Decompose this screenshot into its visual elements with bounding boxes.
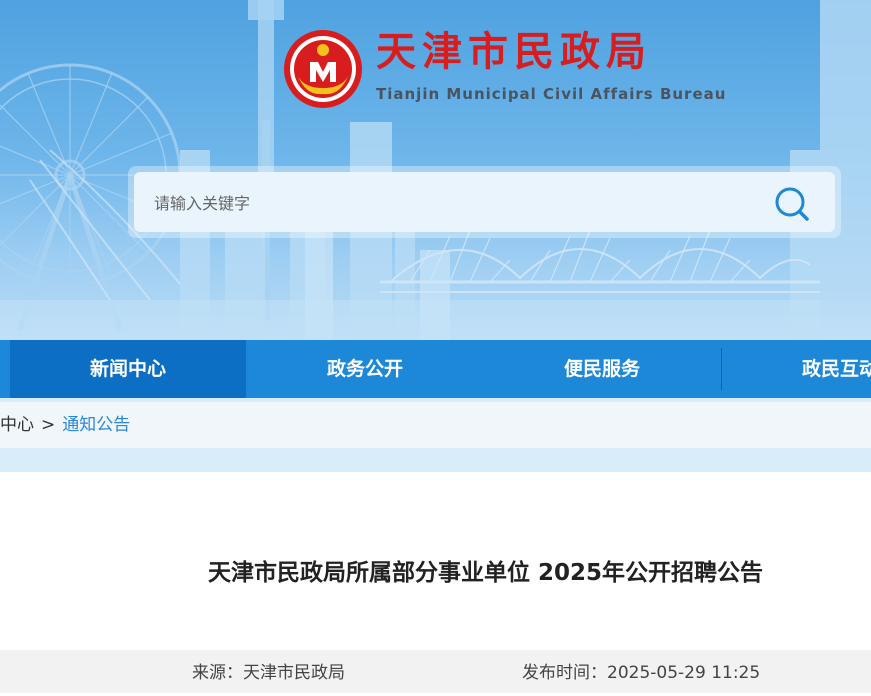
search-icon[interactable] xyxy=(772,184,812,224)
nav-item-interaction[interactable]: 政民互动 xyxy=(722,340,871,398)
main-nav: 新闻中心 政务公开 便民服务 政民互动 xyxy=(0,340,871,398)
nav-item-news-center[interactable]: 新闻中心 xyxy=(10,340,246,398)
site-title: 天津市民政局 xyxy=(376,29,652,75)
breadcrumb-bar: 中心 > 通知公告 xyxy=(0,402,871,448)
header-banner: 天津市民政局 Tianjin Municipal Civil Affairs B… xyxy=(0,0,871,340)
site-subtitle: Tianjin Municipal Civil Affairs Bureau xyxy=(376,85,727,103)
article-meta-bar: 来源：天津市民政局 发布时间：2025-05-29 11:25 xyxy=(0,650,871,693)
search-box xyxy=(134,172,835,232)
nav-item-public-services[interactable]: 便民服务 xyxy=(484,340,720,398)
article-title: 天津市民政局所属部分事业单位 2025年公开招聘公告 xyxy=(207,560,764,586)
civil-affairs-emblem-icon xyxy=(284,30,362,108)
search-input[interactable] xyxy=(152,186,756,220)
breadcrumb: 中心 > 通知公告 xyxy=(0,402,130,448)
search-container xyxy=(128,166,841,238)
nav-item-government-affairs[interactable]: 政务公开 xyxy=(247,340,483,398)
breadcrumb-separator: > xyxy=(41,415,56,435)
breadcrumb-parent-link[interactable]: 中心 xyxy=(0,415,34,435)
article-source: 来源：天津市民政局 xyxy=(192,663,345,683)
article-publish-time: 发布时间：2025-05-29 11:25 xyxy=(522,663,761,683)
breadcrumb-current-link[interactable]: 通知公告 xyxy=(62,415,130,435)
